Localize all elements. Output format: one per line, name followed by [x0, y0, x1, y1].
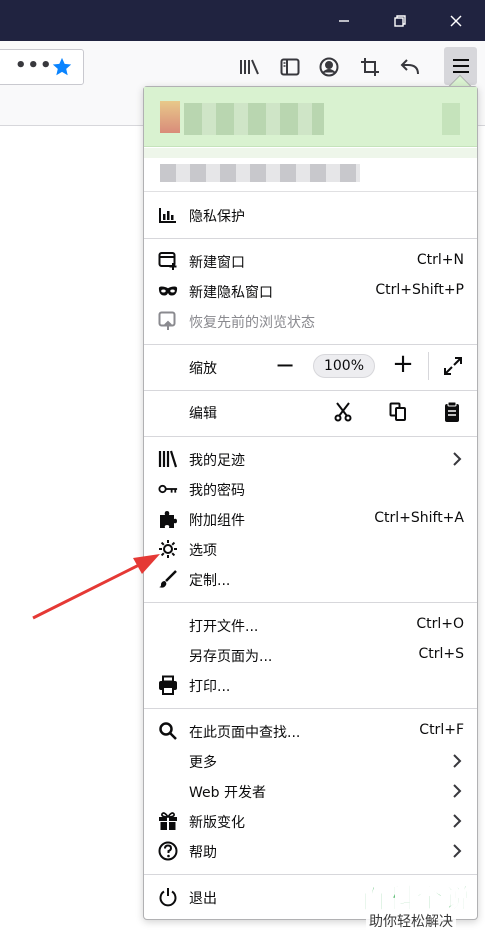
- annotation-arrow: [32, 554, 160, 620]
- watermark-subtitle: 助你轻松解决: [366, 911, 456, 931]
- watermark-logo: 百科全说 助你轻松解决: [354, 874, 485, 939]
